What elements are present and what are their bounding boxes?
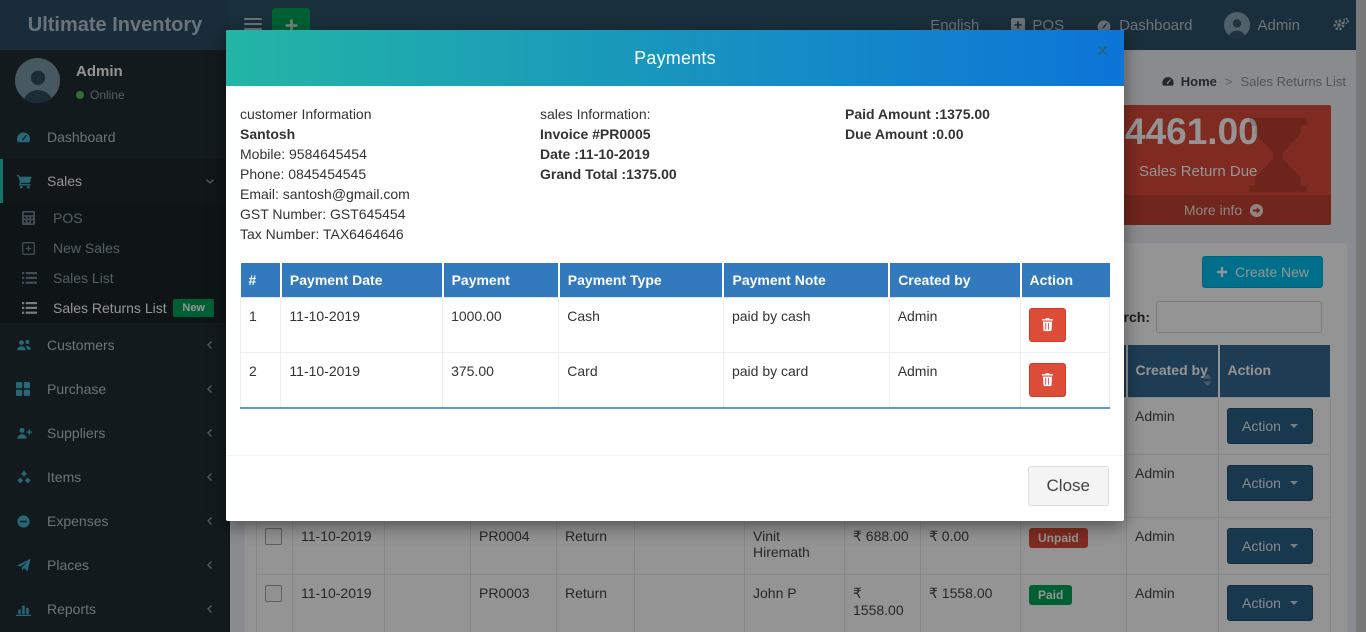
payments-header-row: # Payment Date Payment Payment Type Paym… (241, 263, 1110, 297)
col-payment-note: Payment Note (723, 263, 889, 297)
payment-amount: 1000.00 (443, 297, 559, 352)
payment-date: 11-10-2019 (281, 297, 443, 352)
customer-gst: GST Number: GST645454 (240, 204, 540, 224)
due-amount: Due Amount :0.00 (845, 124, 1110, 144)
col-created-by: Created by (889, 263, 1020, 297)
col-number: # (241, 263, 281, 297)
modal-footer: Close (226, 455, 1124, 521)
payments-modal: Payments × customer Information Santosh … (226, 30, 1124, 521)
customer-name: Santosh (240, 124, 540, 144)
modal-close-button[interactable]: Close (1028, 466, 1109, 506)
modal-body: customer Information Santosh Mobile: 958… (226, 86, 1124, 455)
payment-row: 1 11-10-2019 1000.00 Cash paid by cash A… (241, 297, 1110, 352)
invoice-number: Invoice #PR0005 (540, 124, 845, 144)
payment-type: Card (559, 352, 724, 408)
delete-payment-button[interactable] (1029, 308, 1066, 342)
col-payment-date: Payment Date (281, 263, 443, 297)
payment-info-row: customer Information Santosh Mobile: 958… (240, 104, 1110, 244)
trash-icon (1041, 317, 1054, 332)
col-action: Action (1021, 263, 1110, 297)
payment-note: paid by card (723, 352, 889, 408)
customer-phone: Phone: 0845454545 (240, 164, 540, 184)
sales-info-heading: sales Information: (540, 104, 845, 124)
modal-title: Payments (634, 48, 716, 69)
payments-table: # Payment Date Payment Payment Type Paym… (240, 263, 1110, 409)
modal-header: Payments × (226, 30, 1124, 86)
payment-date: 11-10-2019 (281, 352, 443, 408)
sales-info-block: sales Information: Invoice #PR0005 Date … (540, 104, 845, 244)
row-number: 2 (241, 352, 281, 408)
row-number: 1 (241, 297, 281, 352)
customer-mobile: Mobile: 9584645454 (240, 144, 540, 164)
customer-info-heading: customer Information (240, 104, 540, 124)
trash-icon (1041, 372, 1054, 387)
amounts-block: Paid Amount :1375.00 Due Amount :0.00 (845, 104, 1110, 244)
payment-note: paid by cash (723, 297, 889, 352)
payment-created-by: Admin (889, 297, 1020, 352)
delete-payment-button[interactable] (1029, 363, 1066, 397)
payment-row: 2 11-10-2019 375.00 Card paid by card Ad… (241, 352, 1110, 408)
col-payment-type: Payment Type (559, 263, 724, 297)
customer-tax: Tax Number: TAX6464646 (240, 224, 540, 244)
customer-email: Email: santosh@gmail.com (240, 184, 540, 204)
invoice-date: Date :11-10-2019 (540, 144, 845, 164)
payment-created-by: Admin (889, 352, 1020, 408)
payment-amount: 375.00 (443, 352, 559, 408)
payment-type: Cash (559, 297, 724, 352)
grand-total: Grand Total :1375.00 (540, 164, 845, 184)
col-payment: Payment (443, 263, 559, 297)
modal-close-icon[interactable]: × (1097, 42, 1108, 61)
customer-info-block: customer Information Santosh Mobile: 958… (240, 104, 540, 244)
paid-amount: Paid Amount :1375.00 (845, 104, 1110, 124)
